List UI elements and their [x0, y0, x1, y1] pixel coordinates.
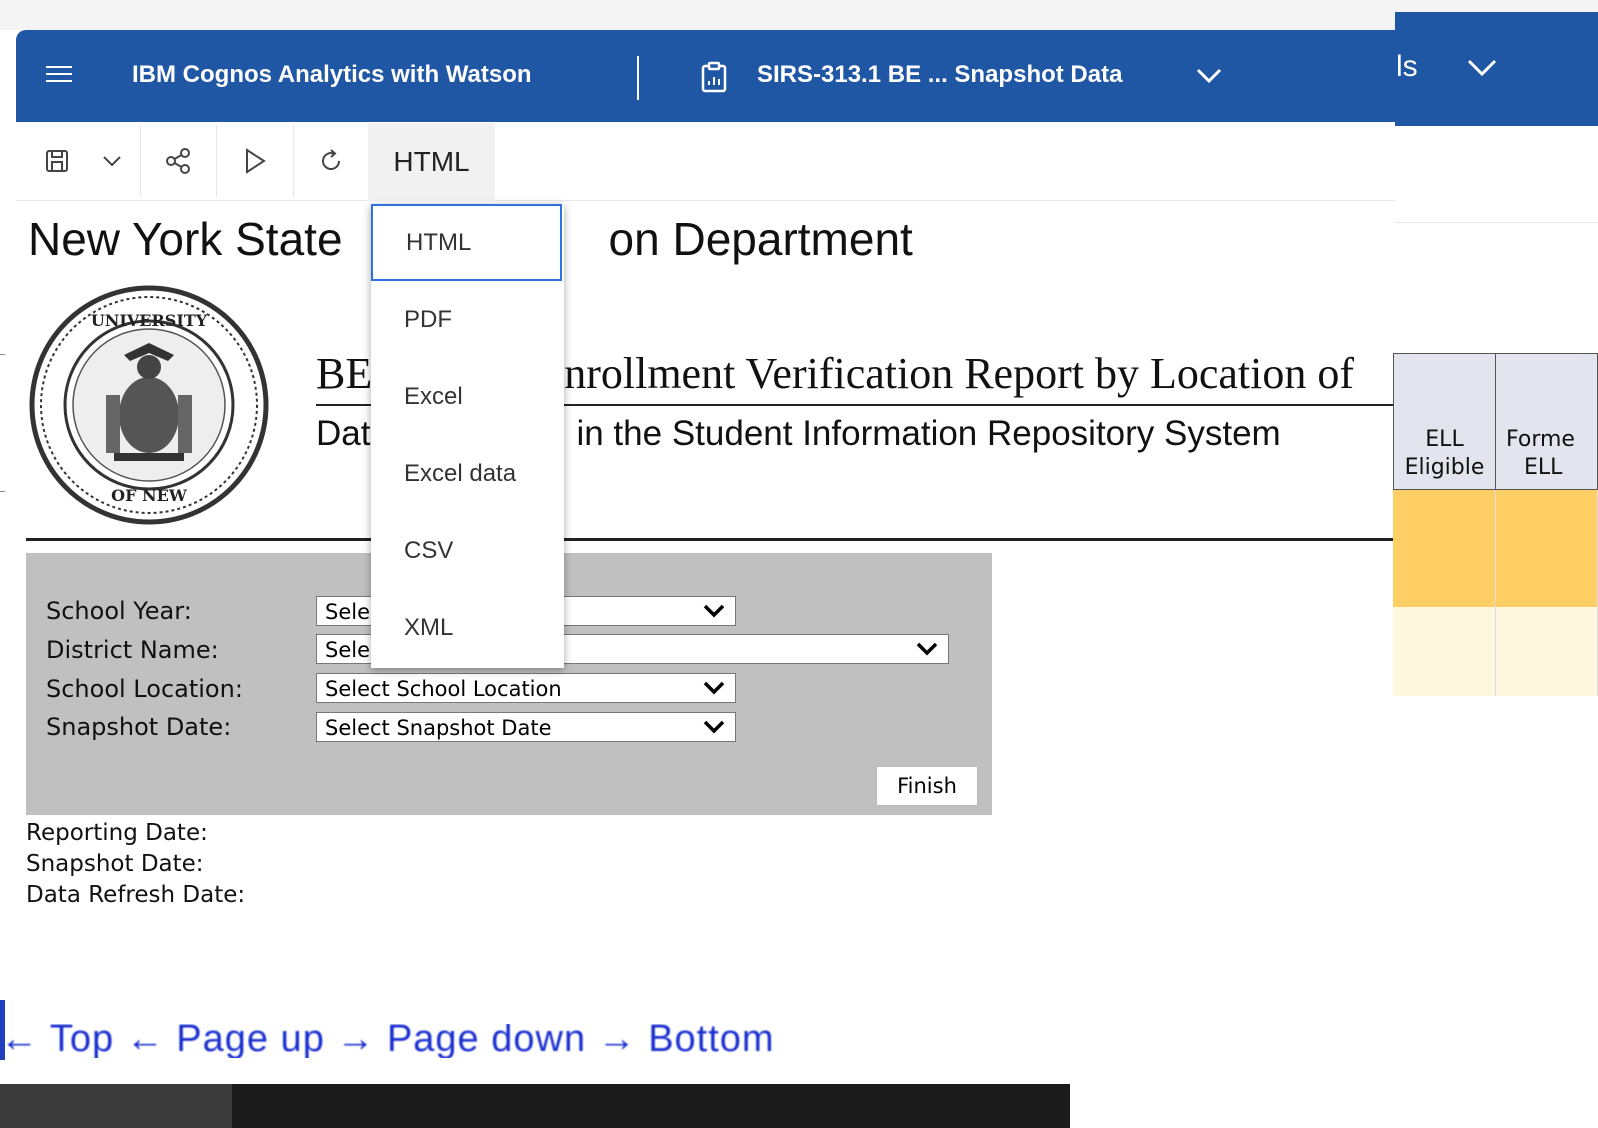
school-year-value: Sele — [325, 600, 371, 624]
district-name-label: District Name: — [46, 636, 219, 664]
chevron-down-icon — [916, 642, 938, 656]
hamburger-menu-icon[interactable] — [46, 66, 72, 88]
table-header-former-ell: Forme ELL — [1495, 353, 1598, 490]
district-name-value: Sele — [325, 638, 371, 662]
background-area — [1070, 1064, 1598, 1128]
share-icon — [166, 148, 190, 174]
refresh-button[interactable] — [293, 125, 368, 197]
share-button[interactable] — [140, 125, 217, 197]
table-header-ell-eligible: ELL Eligible — [1393, 353, 1496, 490]
app-title: IBM Cognos Analytics with Watson — [132, 61, 532, 88]
snapshot-date-info-label: Snapshot Date: — [26, 851, 204, 877]
table-cell — [1496, 607, 1598, 696]
finish-button[interactable]: Finish — [876, 766, 978, 806]
school-location-select[interactable]: Select School Location — [316, 673, 736, 703]
menu-item-csv[interactable]: CSV — [371, 512, 564, 589]
right-header-text: ls — [1396, 50, 1418, 83]
svg-text:OF NEW: OF NEW — [111, 486, 188, 505]
table-cell — [1496, 490, 1598, 607]
chevron-down-icon — [703, 604, 725, 618]
menu-item-excel[interactable]: Excel — [371, 358, 564, 435]
save-button[interactable] — [30, 125, 84, 197]
run-button[interactable] — [216, 125, 294, 197]
table-cell — [1393, 607, 1496, 696]
browser-top-strip — [0, 0, 1598, 30]
menu-item-xml[interactable]: XML — [371, 589, 564, 666]
table-cell — [1393, 490, 1496, 607]
save-options-button[interactable] — [84, 125, 141, 197]
snapshot-date-value: Select Snapshot Date — [325, 716, 552, 740]
snapshot-date-select[interactable]: Select Snapshot Date — [316, 712, 736, 742]
chevron-down-icon — [703, 681, 725, 695]
refresh-icon — [321, 149, 340, 170]
menu-item-excel-data[interactable]: Excel data — [371, 435, 564, 512]
taskbar — [0, 1084, 1070, 1128]
right-divider — [1395, 222, 1598, 223]
report-chevron-down-icon[interactable] — [1196, 67, 1222, 85]
header-separator — [637, 56, 639, 100]
svg-text:UNIVERSITY: UNIVERSITY — [91, 311, 208, 330]
chevron-down-icon — [103, 156, 121, 167]
chevron-down-icon — [703, 720, 725, 734]
school-year-label: School Year: — [46, 597, 192, 625]
snapshot-date-label: Snapshot Date: — [46, 713, 232, 741]
school-location-label: School Location: — [46, 675, 243, 703]
section-rule — [26, 538, 1395, 541]
play-icon — [245, 148, 266, 174]
school-location-value: Select School Location — [325, 677, 562, 701]
report-table-fragment: ELL Eligible Forme ELL — [1393, 353, 1598, 696]
left-edge-fragment — [0, 354, 5, 492]
page-navigation[interactable]: ← Top ← Page up → Page down → Bottom — [0, 1024, 1070, 1058]
right-chevron-down-icon[interactable] — [1466, 58, 1498, 78]
data-refresh-date-label: Data Refresh Date: — [26, 882, 246, 908]
reporting-date-label: Reporting Date: — [26, 820, 208, 846]
save-icon — [46, 150, 68, 172]
report-title[interactable]: SIRS-313.1 BE ... Snapshot Data — [757, 61, 1122, 89]
menu-item-html[interactable]: HTML — [371, 204, 562, 281]
state-seal-logo: UNIVERSITY OF NEW — [29, 285, 269, 525]
report-icon — [701, 61, 727, 93]
output-format-button[interactable]: HTML — [368, 123, 495, 201]
menu-item-pdf[interactable]: PDF — [371, 281, 564, 358]
output-format-menu: HTML PDF Excel Excel data CSV XML — [371, 204, 564, 668]
page-navigation-links[interactable]: ← Top ← Page up → Page down → Bottom — [0, 1024, 775, 1058]
taskbar-left-segment — [0, 1084, 232, 1128]
